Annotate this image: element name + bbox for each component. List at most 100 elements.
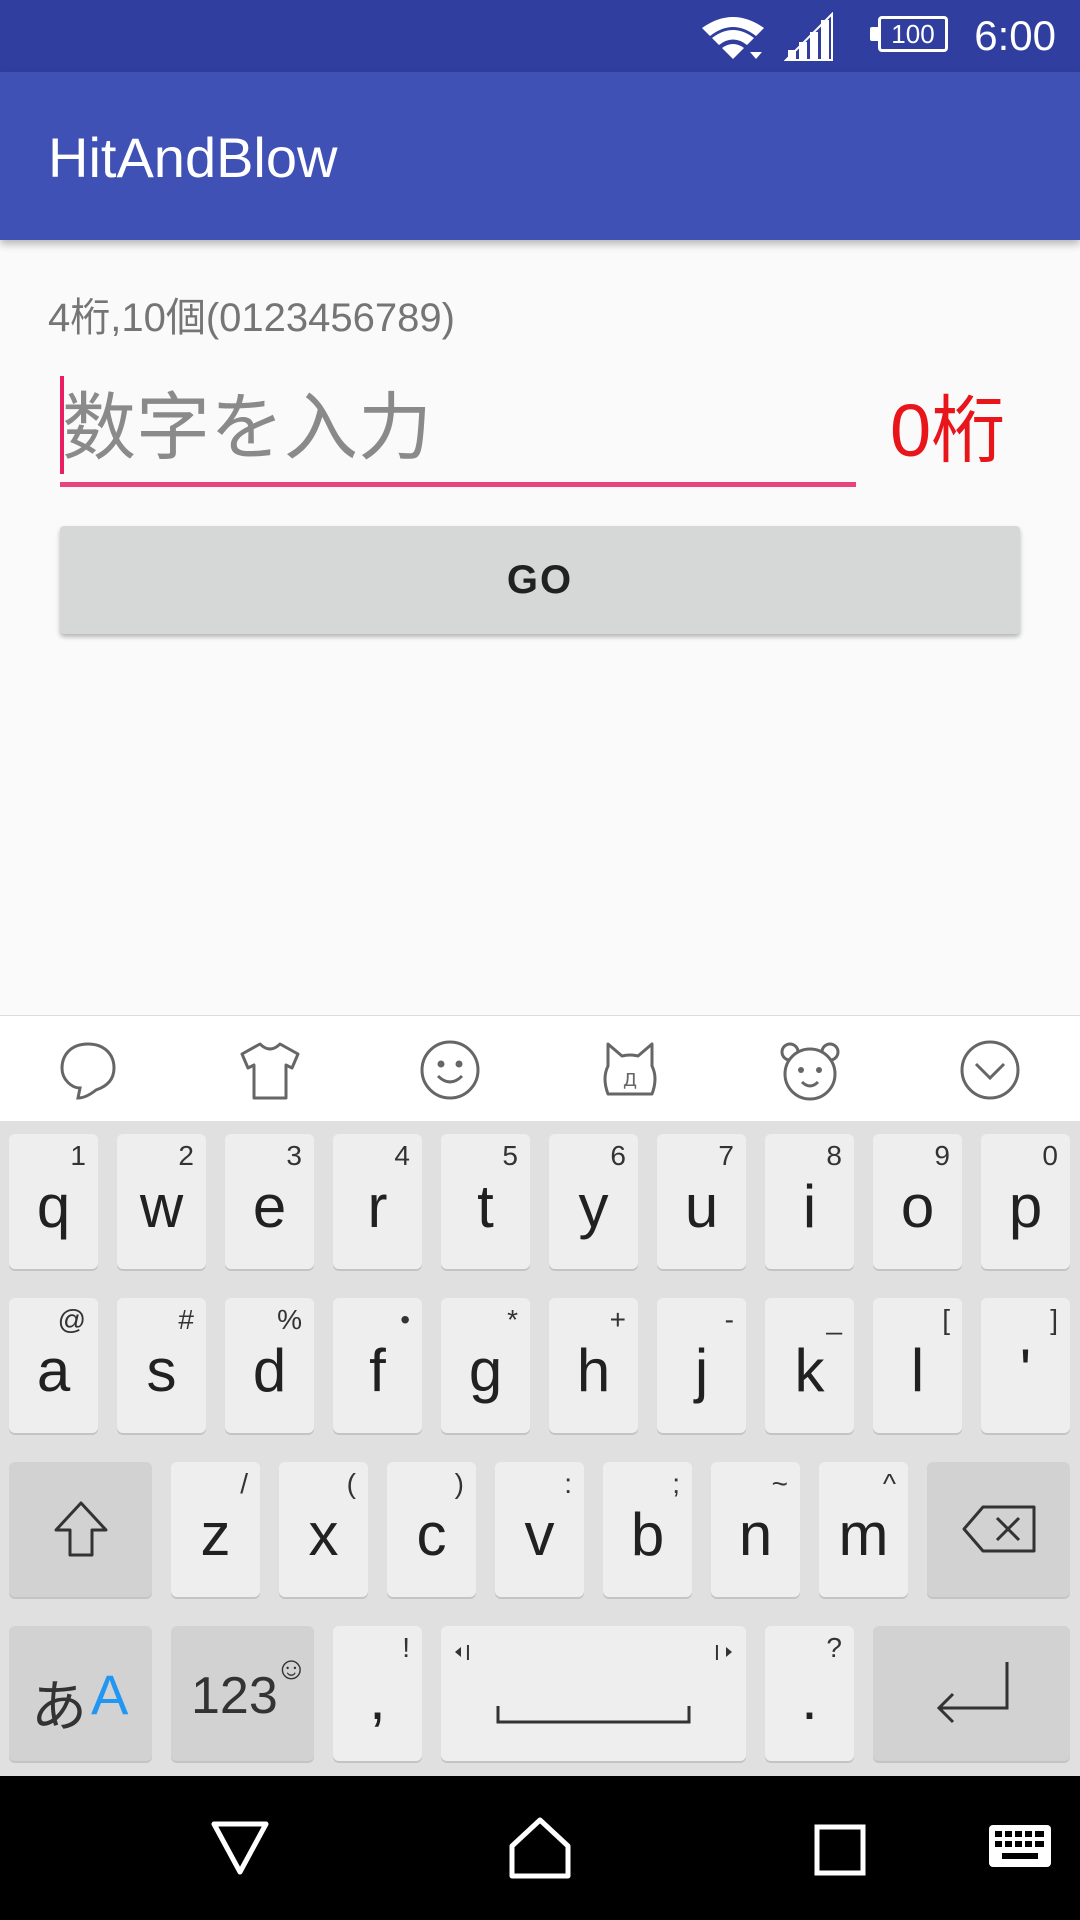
shift-key[interactable] <box>9 1462 152 1597</box>
key-label: g <box>468 1337 503 1404</box>
key-y[interactable]: 6y <box>549 1134 638 1269</box>
wifi-icon <box>702 17 764 59</box>
period-label: . <box>801 1665 818 1732</box>
key-label: a <box>36 1337 71 1404</box>
battery-icon: 100 <box>870 16 950 56</box>
key-sub-label: 9 <box>934 1140 950 1171</box>
key-l[interactable]: [l <box>873 1298 962 1433</box>
number-input-container[interactable] <box>60 372 856 488</box>
cat-face-icon[interactable]: Д <box>598 1038 662 1102</box>
enter-key[interactable] <box>873 1626 1070 1761</box>
key-u[interactable]: 7u <box>657 1134 746 1269</box>
key-label: n <box>738 1501 773 1568</box>
key-label: q <box>36 1173 71 1240</box>
backspace-key[interactable] <box>927 1462 1070 1597</box>
key-k[interactable]: _ k <box>765 1298 854 1433</box>
key-sub-label: ; <box>672 1468 680 1499</box>
comma-sub-label: ! <box>402 1632 410 1663</box>
input-mode-key[interactable]: あ A <box>9 1626 152 1761</box>
key-sub-label: [ <box>942 1304 950 1335</box>
key-f[interactable]: • f <box>333 1298 422 1433</box>
shirt-icon[interactable] <box>238 1038 302 1102</box>
go-button[interactable]: GO <box>60 526 1020 634</box>
key-r[interactable]: 4r <box>333 1134 422 1269</box>
key-j[interactable]: -j <box>657 1298 746 1433</box>
mode-kana-label: あ <box>31 1675 87 1738</box>
key-apostrophe[interactable]: ] ' <box>981 1298 1070 1433</box>
home-icon[interactable] <box>508 1816 572 1880</box>
key-label: k <box>794 1337 825 1404</box>
key-sub-label: 6 <box>610 1140 626 1171</box>
keyboard-toolbar: Д <box>0 1015 1080 1122</box>
key-a[interactable]: @ a <box>9 1298 98 1433</box>
rule-hint-label: 4桁,10個(0123456789) <box>48 296 455 340</box>
emoji-icon: ☺ <box>275 1650 308 1686</box>
key-c[interactable]: ) c <box>387 1462 476 1597</box>
digit-count-label: 0桁 <box>890 389 1006 472</box>
key-n[interactable]: ~ n <box>711 1462 800 1597</box>
key-b[interactable]: ; b <box>603 1462 692 1597</box>
key-s[interactable]: # s <box>117 1298 206 1433</box>
shift-arrow-icon <box>54 1501 108 1557</box>
key-label: u <box>684 1173 719 1240</box>
speech-bubble-icon[interactable] <box>56 1038 120 1102</box>
key-v[interactable]: :v <box>495 1462 584 1597</box>
key-sub-label: / <box>240 1468 248 1499</box>
key-label: j <box>694 1337 709 1404</box>
key-label: r <box>367 1173 388 1240</box>
battery-level: 100 <box>891 19 935 49</box>
number-input[interactable] <box>60 372 856 482</box>
key-label: h <box>576 1337 611 1404</box>
space-key[interactable]: I I <box>441 1626 746 1761</box>
key-d[interactable]: % d <box>225 1298 314 1433</box>
key-sub-label: 5 <box>502 1140 518 1171</box>
key-sub-label: ^ <box>882 1468 896 1499</box>
collapse-keyboard-icon[interactable] <box>958 1038 1022 1102</box>
key-label: z <box>200 1501 231 1568</box>
key-sub-label: + <box>609 1304 626 1335</box>
key-e[interactable]: 3e <box>225 1134 314 1269</box>
key-label: m <box>838 1501 889 1568</box>
period-key[interactable]: ? . <box>765 1626 854 1761</box>
key-g[interactable]: * g <box>441 1298 530 1433</box>
key-m[interactable]: ^ m <box>819 1462 908 1597</box>
key-label: ' <box>1019 1337 1032 1404</box>
back-icon[interactable] <box>210 1820 270 1876</box>
svg-text:I: I <box>465 1641 471 1665</box>
key-sub-label: 3 <box>286 1140 302 1171</box>
bear-face-icon[interactable] <box>778 1038 842 1102</box>
key-sub-label: • <box>400 1304 410 1335</box>
numbers-label: 123 <box>191 1667 278 1725</box>
key-w[interactable]: 2w <box>117 1134 206 1269</box>
key-sub-label: ] <box>1050 1304 1058 1335</box>
key-sub-label: 7 <box>718 1140 734 1171</box>
key-label: b <box>630 1501 665 1568</box>
key-p[interactable]: 0p <box>981 1134 1070 1269</box>
numbers-key[interactable]: 123 ☺ <box>171 1626 314 1761</box>
key-o[interactable]: 9o <box>873 1134 962 1269</box>
navigation-bar <box>0 1776 1080 1920</box>
key-label: d <box>252 1337 287 1404</box>
key-h[interactable]: + h <box>549 1298 638 1433</box>
recents-icon[interactable] <box>814 1824 866 1876</box>
key-sub-label: @ <box>57 1304 86 1335</box>
key-sub-label: - <box>724 1304 734 1335</box>
key-i[interactable]: 8i <box>765 1134 854 1269</box>
key-x[interactable]: (x <box>279 1462 368 1597</box>
input-underline <box>60 482 856 487</box>
comma-label: , <box>369 1665 386 1732</box>
key-label: f <box>369 1337 386 1404</box>
key-label: e <box>252 1173 287 1240</box>
backspace-icon <box>962 1505 1036 1553</box>
key-z[interactable]: / z <box>171 1462 260 1597</box>
space-bar-icon: I I <box>455 1641 732 1724</box>
comma-key[interactable]: ! , <box>333 1626 422 1761</box>
key-sub-label: * <box>507 1304 518 1335</box>
key-label: o <box>900 1173 935 1240</box>
period-sub-label: ? <box>826 1632 842 1663</box>
key-sub-label: ( <box>346 1468 356 1499</box>
key-t[interactable]: 5t <box>441 1134 530 1269</box>
key-q[interactable]: 1q <box>9 1134 98 1269</box>
keyboard-switch-icon[interactable] <box>988 1824 1052 1868</box>
smiley-icon[interactable] <box>418 1038 482 1102</box>
